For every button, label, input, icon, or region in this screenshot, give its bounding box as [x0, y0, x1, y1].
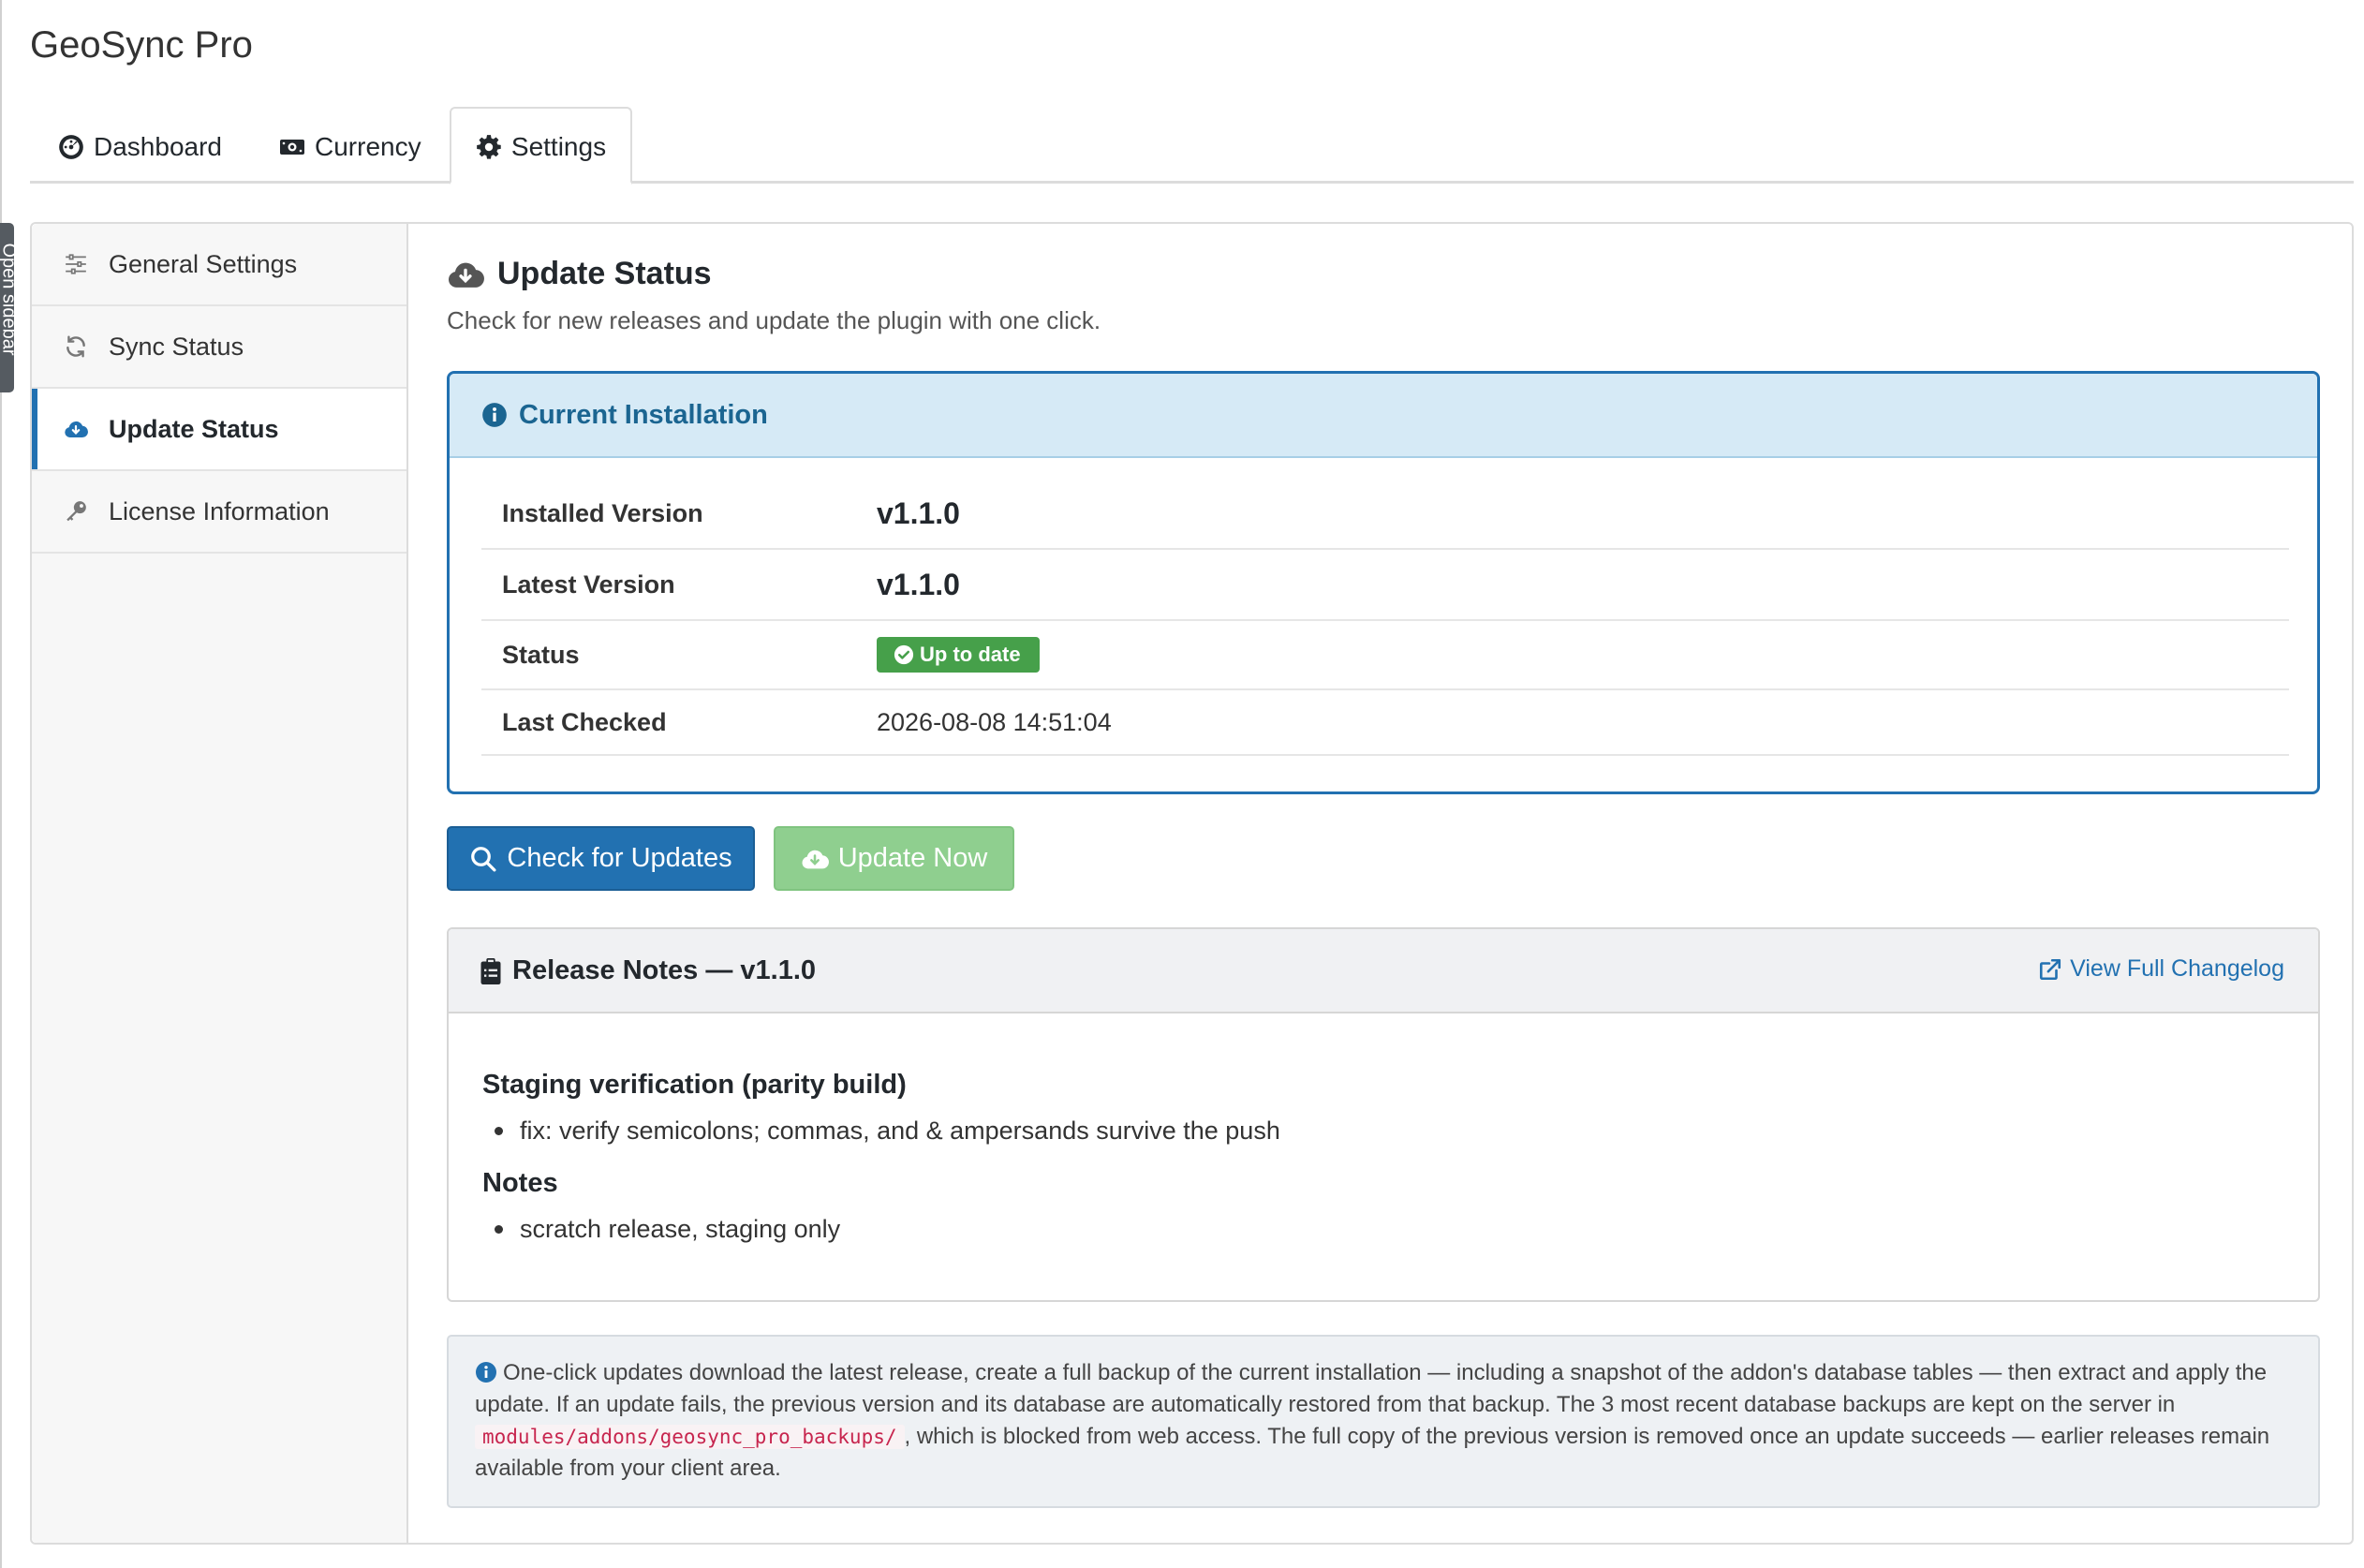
release-notes-title-text: Release Notes — v1.1.0	[512, 955, 817, 985]
release-notes-heading: Notes	[482, 1168, 558, 1198]
update-now-label: Update Now	[837, 843, 988, 873]
current-installation-card: Current Installation Installed Version v…	[447, 371, 2320, 794]
cloud-download-icon	[802, 850, 829, 868]
section-subtitle: Check for new releases and update the pl…	[447, 306, 1101, 334]
gear-icon	[477, 135, 501, 159]
section-title: Update Status	[447, 256, 712, 292]
view-full-changelog-link[interactable]: View Full Changelog	[2038, 955, 2284, 983]
release-notes-card: Release Notes — v1.1.0 View Full Changel…	[447, 927, 2320, 1302]
search-icon	[471, 846, 496, 871]
status-value: Up to date	[877, 637, 1040, 673]
nav-item-label: License Information	[109, 496, 330, 525]
info-circle-icon	[482, 403, 507, 427]
backup-path: modules/addons/geosync_pro_backups/	[475, 1425, 905, 1449]
check-for-updates-label: Check for Updates	[507, 843, 732, 873]
open-sidebar-label: Open sidebar	[0, 243, 14, 356]
installation-table: Installed Version v1.1.0 Latest Version …	[481, 479, 2289, 756]
nav-item-sync-status[interactable]: Sync Status	[32, 306, 406, 389]
sliders-icon	[66, 254, 86, 274]
latest-version-label: Latest Version	[502, 570, 675, 599]
release-notes-heading: Staging verification (parity build)	[482, 1070, 907, 1100]
sync-icon	[66, 335, 85, 358]
section-title-text: Update Status	[497, 256, 712, 291]
money-icon	[280, 140, 304, 155]
view-full-changelog-label: View Full Changelog	[2070, 955, 2284, 982]
settings-panel: General Settings Sync Status Update Stat…	[30, 222, 2354, 1545]
update-info-text-start: One-click updates download the latest re…	[475, 1360, 2268, 1417]
nav-item-update-status[interactable]: Update Status	[32, 389, 406, 471]
release-notes-header: Release Notes — v1.1.0 View Full Changel…	[449, 929, 2318, 1013]
update-now-button[interactable]: Update Now	[774, 826, 1014, 891]
last-checked-value: 2026-08-08 14:51:04	[877, 707, 1112, 736]
status-badge: Up to date	[877, 637, 1040, 673]
status-badge-text: Up to date	[920, 643, 1021, 666]
open-sidebar-tab[interactable]: Open sidebar	[0, 223, 14, 392]
clipboard-list-icon	[480, 957, 501, 984]
nav-item-label: General Settings	[109, 249, 298, 278]
dashboard-icon	[59, 135, 83, 159]
table-row: Installed Version v1.1.0	[481, 479, 2289, 550]
main-tabs: Dashboard Currency Settings	[30, 107, 2354, 185]
latest-version-value: v1.1.0	[877, 567, 960, 601]
nav-item-label: Update Status	[109, 414, 279, 443]
key-icon	[66, 501, 86, 522]
tab-settings[interactable]: Settings	[450, 107, 632, 185]
cloud-download-icon	[449, 262, 484, 288]
nav-item-license-information[interactable]: License Information	[32, 471, 406, 554]
tab-dashboard-label: Dashboard	[94, 132, 222, 161]
last-checked-label: Last Checked	[502, 707, 667, 736]
nav-item-general-settings[interactable]: General Settings	[32, 224, 406, 306]
tab-settings-label: Settings	[510, 132, 607, 161]
info-circle-icon	[476, 1362, 496, 1383]
update-info-note: One-click updates download the latest re…	[447, 1335, 2320, 1508]
status-label: Status	[502, 640, 580, 669]
cloud-download-icon	[65, 421, 88, 438]
external-link-icon	[2040, 958, 2061, 980]
current-installation-header: Current Installation	[450, 374, 2317, 458]
release-notes-body: Staging verification (parity build) fix:…	[482, 1070, 2262, 1246]
check-for-updates-button[interactable]: Check for Updates	[447, 826, 755, 891]
nav-item-label: Sync Status	[109, 332, 244, 361]
tab-currency-label: Currency	[315, 132, 421, 161]
list-item: fix: verify semicolons; commas, and & am…	[495, 1114, 2262, 1147]
update-status-content: Update Status Check for new releases and…	[447, 224, 2320, 1543]
release-notes-list: scratch release, staging only	[482, 1212, 2262, 1246]
table-row: Latest Version v1.1.0	[481, 550, 2289, 621]
list-item: scratch release, staging only	[495, 1212, 2262, 1246]
release-notes-list: fix: verify semicolons; commas, and & am…	[482, 1114, 2262, 1147]
app-title: GeoSync Pro	[30, 24, 253, 66]
table-row: Last Checked 2026-08-08 14:51:04	[481, 690, 2289, 756]
settings-nav: General Settings Sync Status Update Stat…	[32, 224, 408, 1543]
installed-version-label: Installed Version	[502, 498, 703, 527]
tab-currency[interactable]: Currency	[279, 107, 421, 184]
check-circle-icon	[894, 644, 914, 665]
current-installation-title: Current Installation	[519, 399, 768, 430]
installed-version-value: v1.1.0	[877, 496, 960, 530]
table-row: Status Up to date	[481, 621, 2289, 690]
release-notes-title: Release Notes — v1.1.0	[480, 955, 816, 986]
tab-dashboard[interactable]: Dashboard	[58, 107, 222, 184]
